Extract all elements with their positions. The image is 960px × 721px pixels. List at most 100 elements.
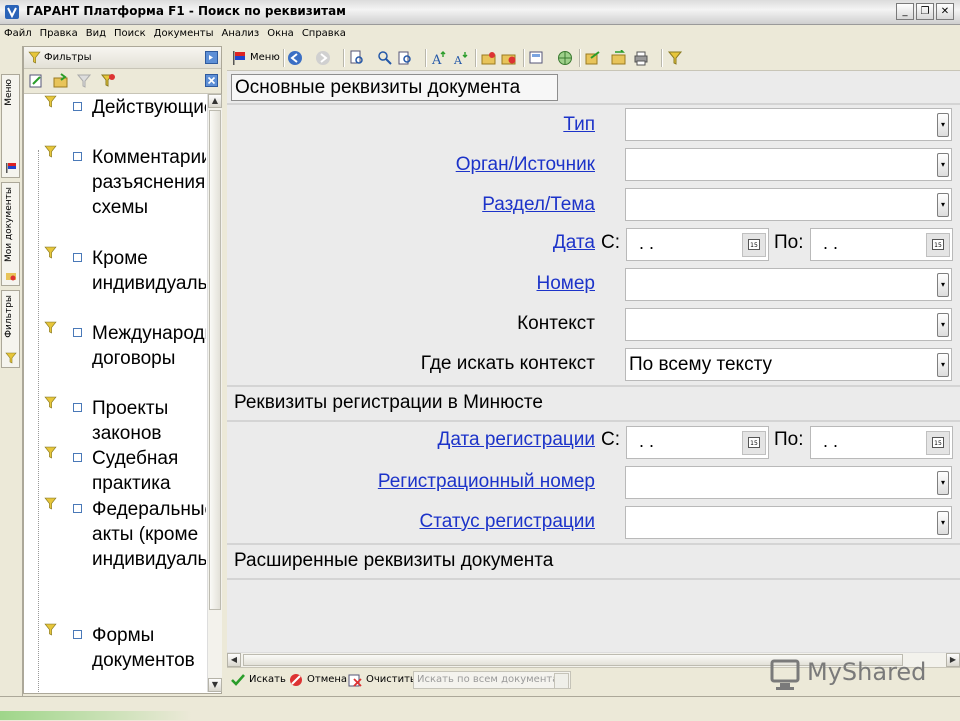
calendar-icon: 15 [748, 437, 760, 448]
calendar-button[interactable]: 15 [742, 431, 766, 455]
clear-button[interactable]: Очистить [366, 674, 416, 685]
checkbox[interactable] [73, 504, 82, 513]
where-label: Где искать контекст [420, 353, 595, 374]
menu-file[interactable]: Файл [0, 25, 36, 39]
search-scope-select[interactable]: Искать по всем документам [413, 671, 571, 689]
context-combo[interactable]: ▾ [625, 308, 952, 341]
print-icon[interactable] [633, 50, 649, 66]
menu-help[interactable]: Справка [298, 25, 350, 39]
chevron-down-icon[interactable]: ▾ [937, 313, 949, 337]
funnel-icon [44, 145, 57, 158]
clear-filter-icon[interactable] [76, 73, 92, 89]
tab-filters[interactable]: Фильтры [1, 290, 20, 368]
search-doc-icon[interactable] [349, 50, 365, 66]
checkbox[interactable] [73, 453, 82, 462]
section-header-registration[interactable]: Реквизиты регистрации в Минюсте [230, 388, 960, 418]
chevron-down-icon[interactable] [554, 673, 569, 689]
internet-icon[interactable] [557, 50, 573, 66]
filter-settings-icon[interactable] [100, 73, 116, 89]
date-to-field[interactable]: . . 15 [810, 228, 953, 261]
checkbox[interactable] [73, 152, 82, 161]
section-topic-label[interactable]: Раздел/Тема [482, 194, 595, 216]
organ-label[interactable]: Орган/Источник [456, 154, 595, 176]
chevron-down-icon[interactable]: ▾ [937, 113, 949, 137]
bookmark-remove-icon[interactable] [501, 50, 517, 66]
chevron-down-icon[interactable]: ▾ [937, 153, 949, 177]
font-increase-icon[interactable]: A [431, 50, 447, 66]
type-label[interactable]: Тип [563, 114, 595, 136]
restore-button[interactable]: ❐ [916, 3, 934, 20]
preview-icon[interactable] [529, 50, 545, 66]
filter-label: Международные договоры [92, 323, 206, 369]
number-combo[interactable]: ▾ [625, 268, 952, 301]
scroll-up-button[interactable]: ▲ [208, 94, 222, 108]
menu-button[interactable]: Меню [250, 52, 280, 63]
scroll-down-button[interactable]: ▼ [208, 678, 222, 692]
tab-my-documents[interactable]: Мои документы [1, 182, 20, 286]
bookmark-add-icon[interactable] [481, 50, 497, 66]
calendar-button[interactable]: 15 [926, 431, 950, 455]
close-button[interactable]: ✕ [936, 3, 954, 20]
checkbox[interactable] [73, 102, 82, 111]
menu-analysis[interactable]: Анализ [218, 25, 264, 39]
where-combo[interactable]: По всему тексту ▾ [625, 348, 952, 381]
send-icon[interactable] [611, 50, 627, 66]
funnel-icon[interactable] [667, 50, 683, 66]
scroll-right-button[interactable]: ▶ [946, 653, 960, 667]
search-button[interactable]: Искать [249, 674, 286, 685]
menu-windows[interactable]: Окна [263, 25, 298, 39]
calendar-button[interactable]: 15 [926, 233, 950, 257]
chevron-down-icon[interactable]: ▾ [937, 353, 949, 377]
edit-icon[interactable] [28, 73, 44, 89]
reg-date-label[interactable]: Дата регистрации [438, 429, 595, 451]
chevron-down-icon[interactable]: ▾ [937, 471, 949, 495]
flag-icon [233, 51, 245, 65]
reg-date-from-field[interactable]: . . 15 [626, 426, 769, 459]
dock-icon[interactable] [205, 51, 218, 64]
export-icon[interactable] [585, 50, 601, 66]
checkbox[interactable] [73, 253, 82, 262]
date-label[interactable]: Дата [553, 232, 595, 254]
scroll-left-button[interactable]: ◀ [227, 653, 241, 667]
reg-status-combo[interactable]: ▾ [625, 506, 952, 539]
menu-view[interactable]: Вид [82, 25, 110, 39]
checkbox[interactable] [73, 630, 82, 639]
number-label[interactable]: Номер [537, 273, 595, 295]
chevron-down-icon[interactable]: ▾ [937, 273, 949, 297]
section-header-main[interactable]: Основные реквизиты документа [231, 74, 558, 101]
calendar-button[interactable]: 15 [742, 233, 766, 257]
filter-label: Судебная практика [92, 448, 179, 494]
checkbox[interactable] [73, 328, 82, 337]
search-next-icon[interactable] [377, 50, 393, 66]
menu-documents[interactable]: Документы [150, 25, 218, 39]
reg-number-label[interactable]: Регистрационный номер [378, 471, 595, 493]
date-from-field[interactable]: . . 15 [626, 228, 769, 261]
search-prev-icon[interactable] [397, 50, 413, 66]
menu-edit[interactable]: Правка [36, 25, 82, 39]
menu-search[interactable]: Поиск [110, 25, 150, 39]
filters-panel: Фильтры Действующие Комментарии, разъясн… [23, 46, 222, 694]
reg-status-label[interactable]: Статус регистрации [420, 511, 595, 533]
forward-icon[interactable] [315, 50, 331, 66]
filter-label: Формы документов [92, 625, 195, 671]
open-folder-icon[interactable] [53, 73, 69, 89]
section-topic-combo[interactable]: ▾ [625, 188, 952, 221]
filters-toolbar [24, 69, 221, 94]
back-icon[interactable] [287, 50, 303, 66]
close-panel-icon[interactable] [205, 74, 218, 87]
checkbox[interactable] [73, 403, 82, 412]
section-header-extended[interactable]: Расширенные реквизиты документа [230, 546, 960, 576]
funnel-icon [5, 352, 17, 364]
type-combo[interactable]: ▾ [625, 108, 952, 141]
chevron-down-icon[interactable]: ▾ [937, 193, 949, 217]
reg-number-combo[interactable]: ▾ [625, 466, 952, 499]
cancel-button[interactable]: Отмена [307, 674, 347, 685]
minimize-button[interactable]: _ [896, 3, 914, 20]
tab-menu[interactable]: Меню [1, 74, 20, 178]
reg-date-to-field[interactable]: . . 15 [810, 426, 953, 459]
scroll-thumb[interactable] [209, 110, 221, 610]
chevron-down-icon[interactable]: ▾ [937, 511, 949, 535]
filters-scrollbar[interactable]: ▲ ▼ [207, 94, 222, 692]
font-decrease-icon[interactable]: A [453, 50, 469, 66]
organ-combo[interactable]: ▾ [625, 148, 952, 181]
